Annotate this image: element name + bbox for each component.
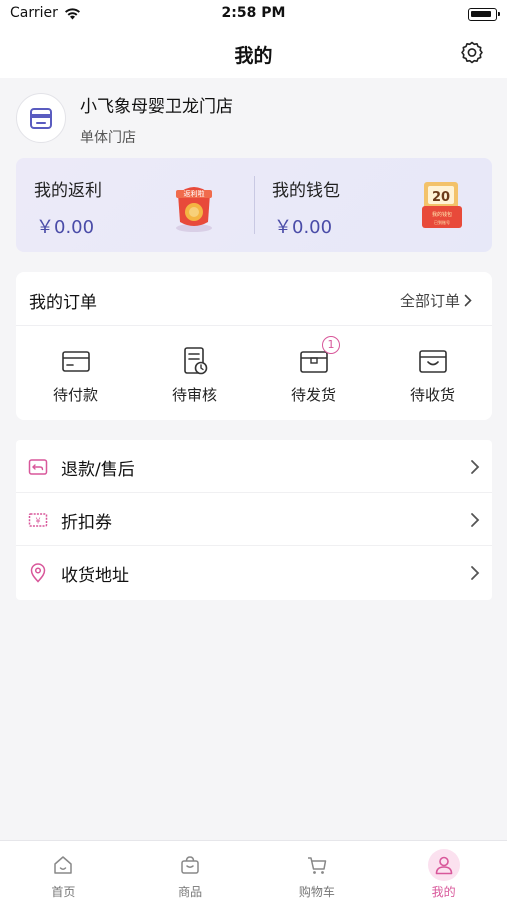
tab-home[interactable]: 首页 [0, 841, 127, 900]
purse-label: 我的钱包 [272, 181, 340, 201]
order-item-label: 待审核 [171, 386, 217, 404]
orders-header: 我的订单 全部订单 [16, 272, 492, 326]
cart-icon [301, 849, 333, 881]
all-orders-link[interactable]: 全部订单 [400, 290, 472, 311]
store-card[interactable]: 小飞象母婴卫龙门店 单体门店 [0, 78, 507, 158]
purse-art-number: 20 [432, 190, 450, 205]
purse-amount: ￥0.00 [274, 217, 333, 238]
tab-label: 商品 [178, 885, 203, 899]
menu-label: 收货地址 [61, 566, 129, 586]
chevron-right-icon [471, 460, 480, 474]
goods-icon [174, 849, 206, 881]
menu-refund[interactable]: 退款/售后 [16, 440, 492, 493]
gear-icon[interactable] [459, 40, 485, 66]
purse-gift-icon: 20 我的钱包 已到账号 [422, 182, 462, 228]
shipment-count-badge: 1 [322, 336, 340, 354]
rebate-art-text: 返利啦 [184, 189, 205, 198]
chevron-right-icon [471, 566, 480, 580]
menu-label: 折扣券 [61, 513, 112, 533]
order-item-label: 待发货 [290, 386, 336, 404]
menu-label: 退款/售后 [61, 460, 135, 480]
rebate-panel[interactable]: 我的返利 ￥0.00 返利啦 [16, 158, 254, 252]
all-orders-label: 全部订单 [399, 292, 460, 310]
order-pending-shipment[interactable]: 1 待发货 [254, 326, 373, 420]
tab-label: 我的 [431, 885, 456, 899]
order-item-label: 待付款 [52, 386, 98, 404]
location-icon [30, 563, 46, 583]
order-pending-payment[interactable]: 待付款 [16, 326, 135, 420]
order-item-label: 待收货 [409, 386, 455, 404]
nav-bar: 我的 [0, 28, 507, 78]
store-name: 小飞象母婴卫龙门店 [80, 97, 233, 117]
tab-goods[interactable]: 商品 [127, 841, 254, 900]
store-avatar [16, 93, 66, 143]
tab-bar: 首页 商品 购物车 我的 [0, 840, 507, 900]
menu-address[interactable]: 收货地址 [16, 546, 492, 599]
svg-text:¥: ¥ [35, 517, 40, 526]
refund-icon [28, 459, 48, 475]
rebate-label: 我的返利 [34, 181, 102, 201]
wallet-card: 我的返利 ￥0.00 返利啦 我的钱包 ￥0.00 20 我的钱包 已到账号 [16, 158, 492, 252]
user-icon [427, 849, 460, 881]
orders-title: 我的订单 [29, 293, 97, 313]
store-type: 单体门店 [80, 130, 136, 146]
menu-coupon[interactable]: ¥ 折扣券 [16, 493, 492, 546]
page-title: 我的 [234, 45, 273, 67]
battery-icon [468, 8, 500, 21]
chevron-right-icon [471, 513, 480, 527]
rebate-amount: ￥0.00 [36, 217, 95, 238]
orders-card: 我的订单 全部订单 待付款 待审核 1 待发货 待收货 [16, 272, 492, 420]
order-pending-receipt[interactable]: 待收货 [373, 326, 492, 420]
bag-icon [419, 350, 447, 373]
order-status-row: 待付款 待审核 1 待发货 待收货 [16, 326, 492, 420]
service-menu: 退款/售后 ¥ 折扣券 收货地址 [16, 440, 492, 600]
tab-mine[interactable]: 我的 [380, 841, 507, 900]
purse-art-text: 我的钱包 [432, 211, 452, 218]
card-icon [62, 351, 90, 372]
tab-label: 首页 [51, 885, 76, 899]
coupon-icon: ¥ [28, 513, 48, 527]
rebate-gift-icon: 返利啦 [176, 187, 212, 232]
tab-cart[interactable]: 购物车 [254, 841, 381, 900]
chevron-right-icon [464, 294, 472, 307]
store-icon [30, 108, 52, 129]
tab-label: 购物车 [298, 885, 335, 899]
order-pending-review[interactable]: 待审核 [135, 326, 254, 420]
purse-panel[interactable]: 我的钱包 ￥0.00 20 我的钱包 已到账号 [254, 158, 492, 252]
audit-icon [184, 347, 208, 375]
home-icon [47, 849, 79, 881]
purse-art-sub: 已到账号 [434, 219, 450, 225]
status-bar: Carrier 2:58 PM [0, 0, 507, 28]
status-time: 2:58 PM [221, 5, 286, 21]
